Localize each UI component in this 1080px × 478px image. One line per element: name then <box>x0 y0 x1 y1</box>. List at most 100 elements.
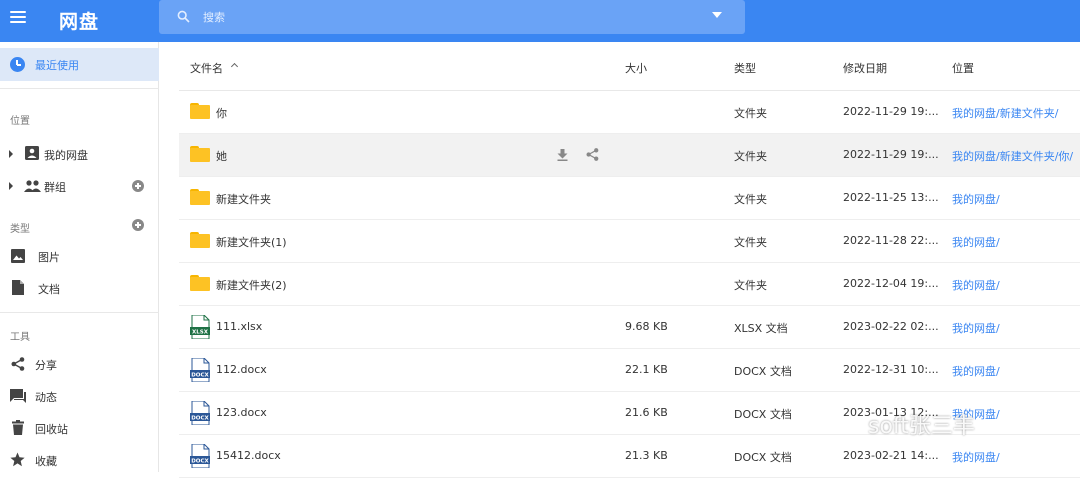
file-date: 2022-12-04 19:... <box>843 277 939 290</box>
table-row[interactable]: 新建文件夹(2) 文件夹 2022-12-04 19:... 我的网盘/ <box>179 263 1080 306</box>
file-size: 22.1 KB <box>625 363 668 376</box>
sidebar-item-activity[interactable]: 动态 <box>0 382 159 410</box>
file-type: 文件夹 <box>734 150 767 163</box>
column-header-location[interactable]: 位置 <box>952 60 974 76</box>
file-date: 2022-11-28 22:... <box>843 234 939 247</box>
sidebar-item-documents[interactable]: 文档 <box>0 274 159 302</box>
add-group-icon[interactable] <box>132 180 144 192</box>
search-input[interactable] <box>203 8 683 26</box>
table-row[interactable]: DOCX 123.docx 21.6 KB DOCX 文档 2023-01-13… <box>179 392 1080 435</box>
expand-caret-icon[interactable] <box>9 182 13 190</box>
table-row[interactable]: DOCX 112.docx 22.1 KB DOCX 文档 2022-12-31… <box>179 349 1080 392</box>
column-header-date[interactable]: 修改日期 <box>843 60 887 76</box>
sidebar-item-groups[interactable]: 群组 <box>0 172 159 200</box>
share-icon[interactable] <box>586 148 599 161</box>
table-row[interactable]: 新建文件夹 文件夹 2022-11-25 13:... 我的网盘/ <box>179 177 1080 220</box>
sidebar-item-favorites[interactable]: 收藏 <box>0 446 159 474</box>
search-options-dropdown-icon[interactable] <box>712 12 722 18</box>
file-type: DOCX 文档 <box>734 408 792 421</box>
sidebar: 最近使用 位置 我的网盘 群组 类型 图片 文档 工具 分享 动态 回收站 收藏 <box>0 42 159 472</box>
file-location-link[interactable]: 我的网盘/新建文件夹/你/ <box>952 148 1073 164</box>
sidebar-item-label: 文档 <box>38 283 60 296</box>
sidebar-item-recent[interactable]: 最近使用 <box>0 48 159 81</box>
column-header-name[interactable]: 文件名 <box>190 60 223 76</box>
drive-icon <box>25 146 39 160</box>
file-date: 2023-01-13 12:... <box>843 406 939 419</box>
folder-icon <box>190 275 210 291</box>
activity-icon <box>10 389 26 403</box>
file-location-link[interactable]: 我的网盘/ <box>952 320 1000 336</box>
file-location-link[interactable]: 我的网盘/ <box>952 363 1000 379</box>
file-location-link[interactable]: 我的网盘/ <box>952 406 1000 422</box>
file-name: 新建文件夹(2) <box>216 279 287 292</box>
folder-icon <box>190 146 210 162</box>
document-icon <box>12 280 24 295</box>
file-date: 2023-02-21 14:... <box>843 449 939 462</box>
file-date: 2023-02-22 02:... <box>843 320 939 333</box>
share-icon <box>11 357 25 371</box>
file-date: 2022-12-31 10:... <box>843 363 939 376</box>
file-date: 2022-11-25 13:... <box>843 191 939 204</box>
divider <box>0 88 159 89</box>
section-heading-type: 类型 <box>10 224 30 235</box>
column-header-size[interactable]: 大小 <box>625 60 647 76</box>
sidebar-item-label: 我的网盘 <box>44 149 88 162</box>
docx-file-icon: DOCX <box>190 444 210 468</box>
menu-icon[interactable] <box>9 8 29 28</box>
file-location-link[interactable]: 我的网盘/新建文件夹/ <box>952 105 1058 121</box>
docx-badge-text: DOCX <box>191 372 209 378</box>
sort-ascending-icon[interactable] <box>230 62 239 71</box>
folder-icon <box>190 189 210 205</box>
file-size: 9.68 KB <box>625 320 668 333</box>
file-size: 21.6 KB <box>625 406 668 419</box>
file-type: 文件夹 <box>734 107 767 120</box>
column-header-type[interactable]: 类型 <box>734 60 756 76</box>
file-name: 新建文件夹 <box>216 193 271 206</box>
file-type: 文件夹 <box>734 236 767 249</box>
sidebar-item-label: 收藏 <box>35 455 57 468</box>
file-name: 新建文件夹(1) <box>216 236 287 249</box>
table-row[interactable]: 她 文件夹 2022-11-29 19:... 我的网盘/新建文件夹/你/ <box>179 134 1080 177</box>
sidebar-item-my-drive[interactable]: 我的网盘 <box>0 140 159 168</box>
file-type: DOCX 文档 <box>734 451 792 464</box>
group-icon <box>24 180 41 192</box>
file-type: 文件夹 <box>734 279 767 292</box>
file-name: 她 <box>216 150 227 163</box>
table-row[interactable]: 你 文件夹 2022-11-29 19:... 我的网盘/新建文件夹/ <box>179 91 1080 134</box>
file-type: DOCX 文档 <box>734 365 792 378</box>
image-icon <box>11 249 25 263</box>
section-heading-location: 位置 <box>10 116 30 127</box>
file-location-link[interactable]: 我的网盘/ <box>952 234 1000 250</box>
file-list: 文件名 大小 类型 修改日期 位置 你 文件夹 2022-11-29 19:..… <box>159 42 1080 478</box>
trash-icon <box>12 420 24 435</box>
file-date: 2022-11-29 19:... <box>843 105 939 118</box>
expand-caret-icon[interactable] <box>9 150 13 158</box>
clock-icon <box>10 57 25 72</box>
add-type-icon[interactable] <box>132 219 144 231</box>
table-header: 文件名 大小 类型 修改日期 位置 <box>179 42 1080 91</box>
sidebar-item-share[interactable]: 分享 <box>0 350 159 378</box>
xlsx-badge-text: XLSX <box>192 329 209 335</box>
search-bar[interactable] <box>159 0 745 34</box>
star-icon <box>10 452 25 467</box>
file-type: 文件夹 <box>734 193 767 206</box>
file-date: 2022-11-29 19:... <box>843 148 939 161</box>
file-size: 21.3 KB <box>625 449 668 462</box>
sidebar-item-label: 图片 <box>38 251 60 264</box>
file-name: 15412.docx <box>216 449 281 462</box>
file-location-link[interactable]: 我的网盘/ <box>952 277 1000 293</box>
file-name: 123.docx <box>216 406 267 419</box>
download-icon[interactable] <box>557 149 568 161</box>
file-location-link[interactable]: 我的网盘/ <box>952 191 1000 207</box>
docx-badge-text: DOCX <box>191 415 209 421</box>
sidebar-item-label: 分享 <box>35 359 57 372</box>
top-app-bar: 网盘 <box>0 0 1080 42</box>
sidebar-item-label: 回收站 <box>35 423 68 436</box>
file-location-link[interactable]: 我的网盘/ <box>952 449 1000 465</box>
table-row[interactable]: 新建文件夹(1) 文件夹 2022-11-28 22:... 我的网盘/ <box>179 220 1080 263</box>
table-row[interactable]: XLSX 111.xlsx 9.68 KB XLSX 文档 2023-02-22… <box>179 306 1080 349</box>
divider <box>0 312 159 313</box>
file-name: 你 <box>216 107 227 120</box>
sidebar-item-trash[interactable]: 回收站 <box>0 414 159 442</box>
sidebar-item-images[interactable]: 图片 <box>0 242 159 270</box>
